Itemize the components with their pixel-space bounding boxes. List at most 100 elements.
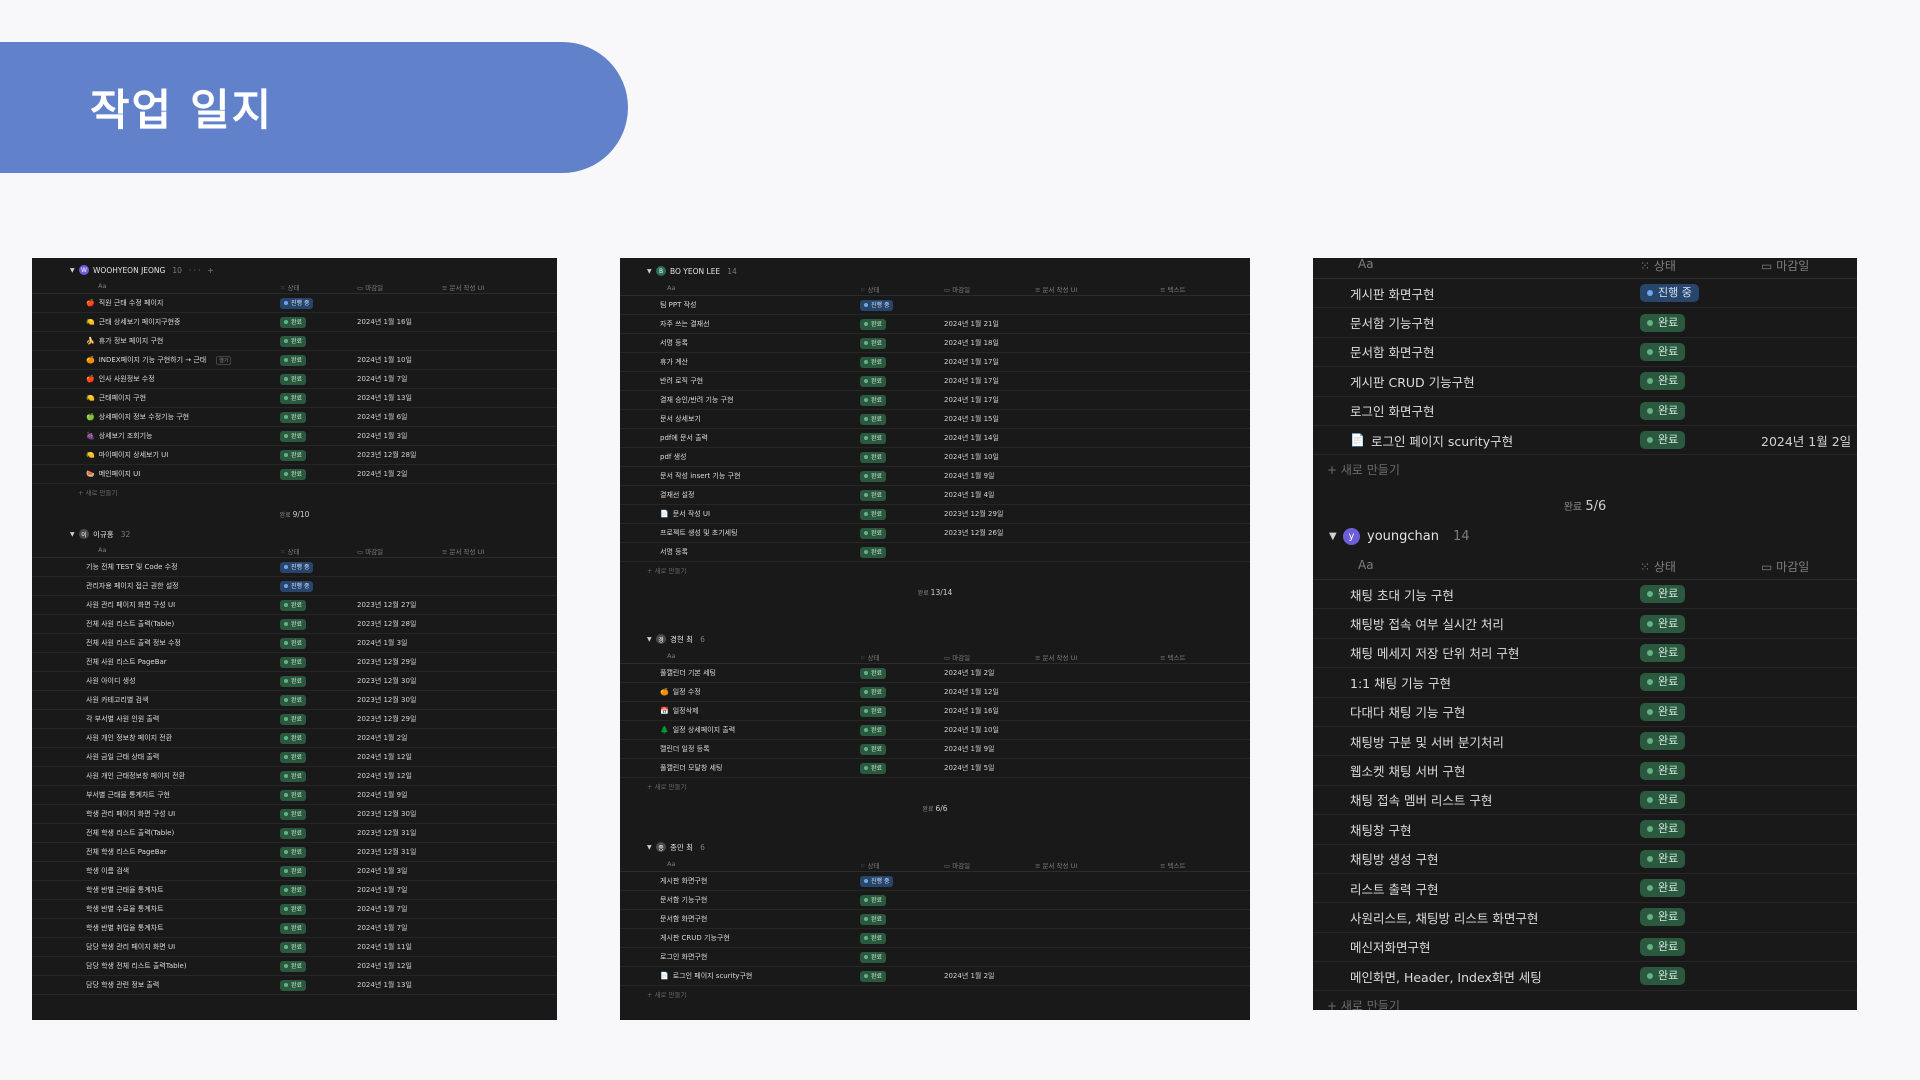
task-name-cell[interactable]: 관리자용 페이지 접근 권한 설정 [86,577,179,595]
table-row[interactable]: 다대다 채팅 기능 구현 완료 [1313,698,1857,727]
status-badge[interactable]: 완료 [1640,790,1686,809]
deadline-cell[interactable]: 2024년 1월 7일 [357,900,408,918]
status-cell[interactable]: 완료 [280,786,307,804]
task-name-cell[interactable]: 캘린더 일정 등록 [660,740,710,758]
status-badge[interactable]: 완료 [280,827,307,839]
status-badge[interactable]: 완료 [1640,702,1686,721]
table-row[interactable]: 🍋 마이페이지 상세보기 UI 완료 2023년 12월 28일 [32,446,557,465]
table-row[interactable]: 전체 사원 리스트 출력(Table) 완료 2023년 12월 28일 [32,615,557,634]
status-cell[interactable]: 완료 [280,653,307,671]
table-row[interactable]: 부서별 근태율 통계차트 구현 완료 2024년 1월 9일 [32,786,557,805]
task-name-cell[interactable]: 로그인 화면구현 [660,948,707,966]
table-row[interactable]: 📄 문서 작성 UI 완료 2023년 12월 29일 [620,505,1250,524]
status-badge[interactable]: 완료 [280,979,307,991]
table-row[interactable]: 반려 로직 구현 완료 2024년 1월 17일 [620,372,1250,391]
status-badge[interactable]: 완료 [280,865,307,877]
table-row[interactable]: 메인화면, Header, Index화면 세팅 완료 [1313,962,1857,992]
status-cell[interactable]: 완료 [1640,698,1686,726]
status-cell[interactable]: 완료 [860,505,887,523]
table-row[interactable]: 전체 학생 리스트 PageBar 완료 2023년 12월 31일 [32,843,557,862]
task-name-cell[interactable]: 문서함 기능구현 [660,891,707,909]
table-row[interactable]: pdf 생성 완료 2024년 1월 10일 [620,448,1250,467]
status-cell[interactable]: 완료 [860,967,887,985]
task-name-cell[interactable]: 웹소켓 채팅 서버 구현 [1350,756,1465,784]
status-cell[interactable]: 완료 [280,408,307,426]
status-badge[interactable]: 완료 [860,743,887,755]
status-cell[interactable]: 완료 [1640,338,1686,366]
status-badge[interactable]: 완료 [1640,431,1686,450]
status-badge[interactable]: 진행 중 [860,875,894,887]
table-row[interactable]: 풀캘린더 기본 세팅 완료 2024년 1월 2일 [620,664,1250,683]
status-cell[interactable]: 완료 [860,740,887,758]
deadline-cell[interactable]: 2024년 1월 17일 [944,372,999,390]
table-row[interactable]: 게시판 CRUD 기능구현 완료 [620,929,1250,948]
task-name-cell[interactable]: 🍎 인사 사원정보 수정 [86,370,155,388]
status-cell[interactable]: 완료 [860,429,887,447]
task-name-cell[interactable]: 전체 학생 리스트 출력(Table) [86,824,174,842]
deadline-cell[interactable]: 2024년 1월 17일 [944,391,999,409]
status-badge[interactable]: 완료 [860,489,887,501]
task-name-cell[interactable]: 채팅방 접속 여부 실시간 처리 [1350,609,1504,637]
task-name-cell[interactable]: 담당 학생 관리 페이지 화면 UI [86,938,175,956]
status-badge[interactable]: 완료 [280,770,307,782]
task-name-cell[interactable]: pdf 생성 [660,448,686,466]
status-badge[interactable]: 완료 [280,941,307,953]
table-row[interactable]: 캘린더 일정 등록 완료 2024년 1월 9일 [620,740,1250,759]
caret-down-icon[interactable]: ▼ [1329,531,1343,542]
status-badge[interactable]: 완료 [1640,908,1686,927]
status-badge[interactable]: 진행 중 [280,297,314,309]
status-cell[interactable]: 완료 [280,313,307,331]
table-row[interactable]: 문서함 기능구현 완료 [1313,308,1857,338]
status-cell[interactable]: 완료 [1640,786,1686,814]
table-row[interactable]: 🍋 근태페이지 구현 완료 2024년 1월 13일 [32,389,557,408]
status-badge[interactable]: 완료 [1640,879,1686,898]
task-name-cell[interactable]: 전체 학생 리스트 PageBar [86,843,167,861]
table-row[interactable]: 🌲 일정 상세페이지 출력 완료 2024년 1월 10일 [620,721,1250,740]
task-name-cell[interactable]: 🍋 근태페이지 구현 [86,389,146,407]
status-cell[interactable]: 완료 [280,843,307,861]
task-name-cell[interactable]: 반려 로직 구현 [660,372,703,390]
status-badge[interactable]: 완료 [860,337,887,349]
status-cell[interactable]: 진행 중 [860,296,894,314]
status-badge[interactable]: 완료 [280,713,307,725]
caret-down-icon[interactable]: ▼ [70,267,79,274]
task-name-cell[interactable]: 📄 문서 작성 UI [660,505,710,523]
task-name-cell[interactable]: 전체 사원 리스트 출력 정보 수정 [86,634,181,652]
table-row[interactable]: 팀 PPT 작성 진행 중 [620,296,1250,315]
group-header[interactable]: ▼ 경 경현 최 6 [620,630,1250,648]
status-badge[interactable]: 완료 [860,413,887,425]
deadline-cell[interactable]: 2024년 1월 12일 [357,957,412,975]
task-name-cell[interactable]: 채팅방 구분 및 서버 분기처리 [1350,727,1504,755]
status-cell[interactable]: 완료 [860,929,887,947]
group-header[interactable]: ▼ 종 종민 최 6 [620,838,1250,856]
deadline-cell[interactable]: 2024년 1월 7일 [357,370,408,388]
table-row[interactable]: 사원 개인 근태정보창 페이지 전환 완료 2024년 1월 12일 [32,767,557,786]
task-name-cell[interactable]: 사원리스트, 채팅방 리스트 화면구현 [1350,903,1538,931]
table-row[interactable]: 전체 학생 리스트 출력(Table) 완료 2023년 12월 31일 [32,824,557,843]
task-name-cell[interactable]: 🍋 근태 상세보기 페이지구현중 [86,313,180,331]
task-name-cell[interactable]: 팀 PPT 작성 [660,296,697,314]
task-name-cell[interactable]: 사원 금일 근태 상태 출력 [86,748,159,766]
status-badge[interactable]: 진행 중 [860,299,894,311]
deadline-cell[interactable]: 2024년 1월 12일 [357,767,412,785]
status-cell[interactable]: 완료 [860,891,887,909]
status-badge[interactable]: 완료 [1640,643,1686,662]
status-cell[interactable]: 완료 [280,824,307,842]
status-cell[interactable]: 진행 중 [280,294,314,312]
task-name-cell[interactable]: 로그인 화면구현 [1350,397,1434,425]
task-name-cell[interactable]: 사원 개인 근태정보창 페이지 전환 [86,767,185,785]
table-row[interactable]: 문서 상세보기 완료 2024년 1월 15일 [620,410,1250,429]
table-row[interactable]: 🍏 상세페이지 정보 수정기능 구현 완료 2024년 1월 6일 [32,408,557,427]
status-badge[interactable]: 완료 [860,470,887,482]
task-name-cell[interactable]: 📄 로그인 페이지 scurity구현 [1350,426,1513,454]
status-badge[interactable]: 완료 [1640,372,1686,391]
group-header[interactable]: ▼ B BO YEON LEE 14 [620,262,1250,280]
group-header[interactable]: ▼ y youngchan 14 [1313,521,1857,551]
status-cell[interactable]: 완료 [280,919,307,937]
status-cell[interactable]: 완료 [1640,426,1686,454]
status-cell[interactable]: 완료 [280,862,307,880]
task-name-cell[interactable]: 리스트 출력 구현 [1350,874,1438,902]
task-name-cell[interactable]: 게시판 CRUD 기능구현 [1350,367,1475,395]
status-cell[interactable]: 완료 [280,615,307,633]
deadline-cell[interactable]: 2024년 1월 9일 [944,740,995,758]
